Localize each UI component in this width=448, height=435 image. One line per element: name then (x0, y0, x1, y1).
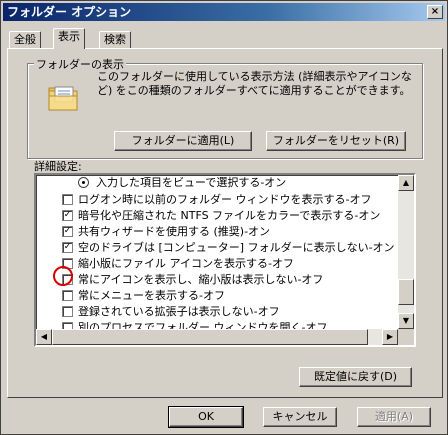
ok-button[interactable]: OK (168, 406, 244, 428)
cancel-button[interactable]: キャンセル (263, 407, 337, 427)
tab-general[interactable]: 全般 (9, 31, 41, 48)
folder-view-group-title: フォルダーの表示 (34, 56, 126, 72)
folder-options-dialog: フォルダー オプション × 全般 表示 検索 フォルダーの表示 このフォルダーに… (0, 0, 448, 435)
tab-view[interactable]: 表示 (53, 28, 85, 49)
tab-panel (7, 48, 443, 398)
window-title: フォルダー オプション (7, 5, 132, 19)
close-button[interactable]: × (427, 5, 443, 19)
title-bar: フォルダー オプション × (3, 3, 445, 21)
tab-search[interactable]: 検索 (99, 31, 131, 48)
apply-button[interactable]: 適用(A) (357, 407, 431, 427)
